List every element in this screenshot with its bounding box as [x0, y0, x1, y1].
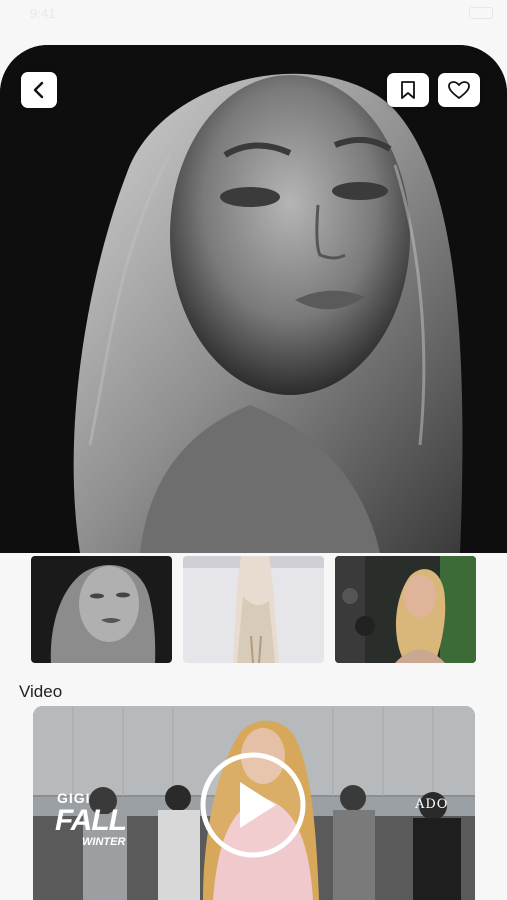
play-icon[interactable]: [198, 750, 308, 860]
hero-image: [0, 45, 507, 553]
heart-icon: [448, 81, 470, 99]
back-button[interactable]: [21, 72, 57, 108]
bookmark-button[interactable]: [387, 73, 429, 107]
thumbnail-event-image: [335, 556, 476, 663]
chevron-left-icon: [33, 81, 44, 99]
status-bar: 9:41: [0, 0, 507, 40]
hero-photo: [0, 45, 507, 553]
video-overlay-winter: WINTER: [82, 836, 126, 848]
battery-icon: [469, 7, 493, 19]
thumbnail-portrait-image: [31, 556, 172, 663]
thumbnail-portrait[interactable]: [31, 556, 172, 663]
thumbnail-runway-image: [183, 556, 324, 663]
bookmark-icon: [401, 81, 415, 99]
thumbnail-event[interactable]: [335, 556, 476, 663]
like-button[interactable]: [438, 73, 480, 107]
video-player[interactable]: GIGI FALL WINTER ADO: [33, 706, 475, 900]
gallery-thumbnails: [31, 556, 477, 664]
video-overlay-brand: ADO: [415, 797, 449, 812]
thumbnail-runway[interactable]: [183, 556, 324, 663]
status-time: 9:41: [30, 6, 56, 21]
video-section-title: Video: [19, 682, 63, 701]
video-overlay-fall: FALL: [55, 804, 127, 837]
